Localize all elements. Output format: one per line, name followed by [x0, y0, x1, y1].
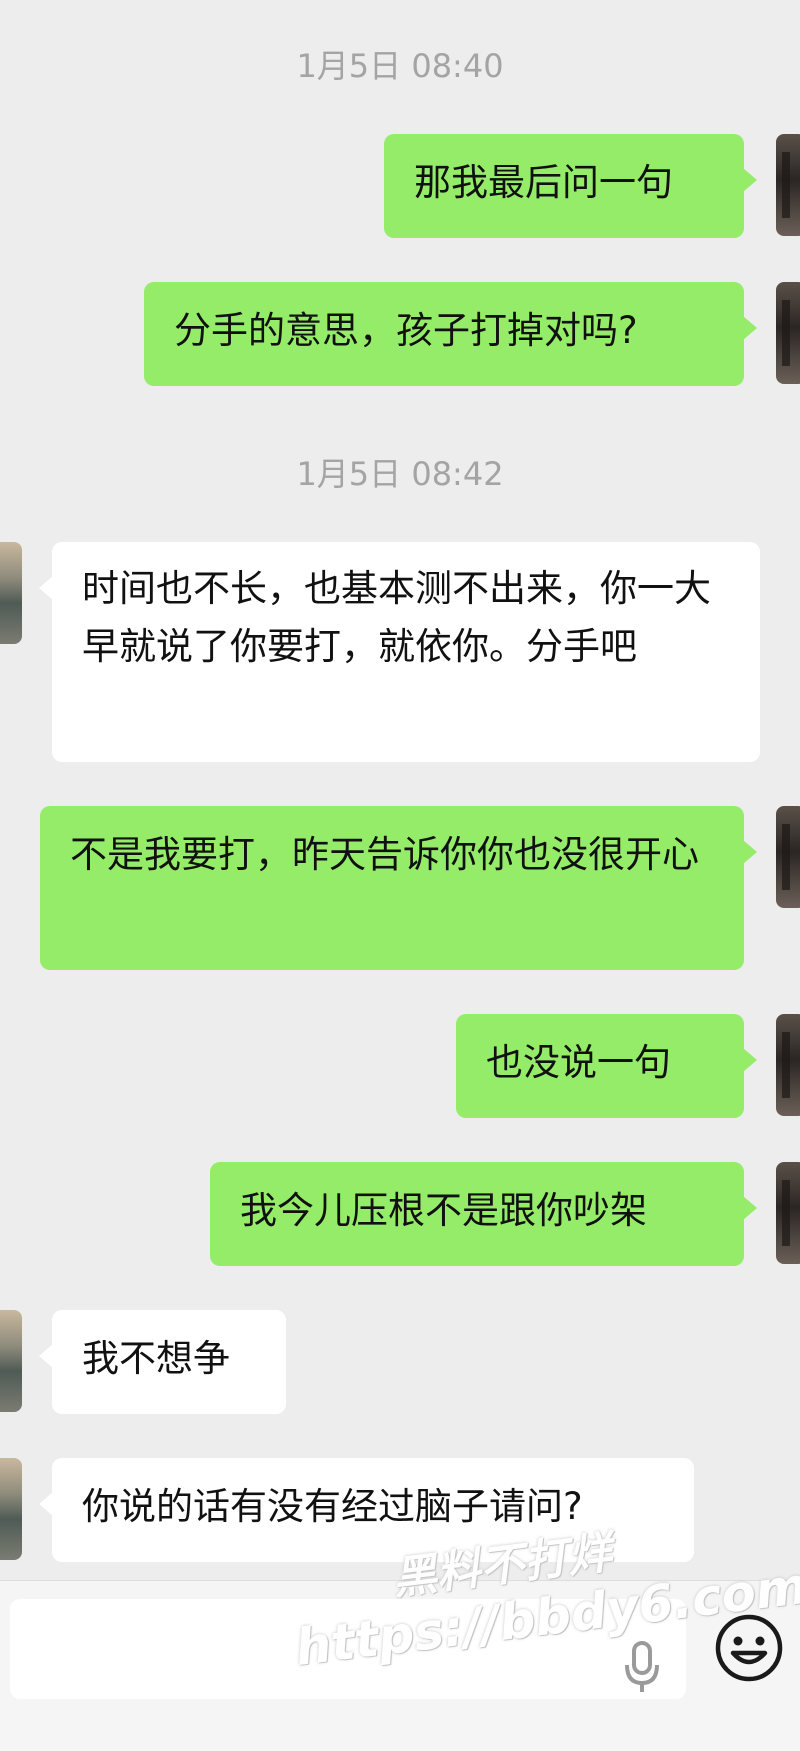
contact-avatar[interactable]	[0, 1458, 22, 1560]
message-bubble-outgoing[interactable]: 不是我要打，昨天告诉你你也没很开心	[40, 806, 757, 970]
smiley-face-icon[interactable]	[714, 1613, 784, 1683]
message-bubble-incoming[interactable]: 时间也不长，也基本测不出来，你一大早就说了你要打，就依你。分手吧	[39, 542, 760, 762]
microphone-icon[interactable]	[622, 1639, 662, 1695]
message-bubble-incoming[interactable]: 你说的话有没有经过脑子请问?	[39, 1458, 694, 1562]
message-bubble-outgoing[interactable]: 也没说一句	[456, 1014, 757, 1118]
chat-area[interactable]: 1月5日 08:40 那我最后问一句 分手的意思，孩子打掉对吗? 1月5日 08…	[0, 0, 800, 1580]
message-timestamp: 1月5日 08:40	[296, 47, 504, 85]
self-avatar[interactable]	[776, 1014, 800, 1116]
message-input[interactable]	[10, 1599, 686, 1699]
self-avatar[interactable]	[776, 282, 800, 384]
contact-avatar[interactable]	[0, 1310, 22, 1412]
message-bubble-incoming[interactable]: 我不想争	[39, 1310, 286, 1414]
input-bar	[0, 1580, 800, 1751]
message-timestamp: 1月5日 08:42	[296, 455, 504, 493]
message-bubble-outgoing[interactable]: 分手的意思，孩子打掉对吗?	[144, 282, 757, 386]
self-avatar[interactable]	[776, 134, 800, 236]
contact-avatar[interactable]	[0, 542, 22, 644]
self-avatar[interactable]	[776, 1162, 800, 1264]
self-avatar[interactable]	[776, 806, 800, 908]
message-bubble-outgoing[interactable]: 我今儿压根不是跟你吵架	[210, 1162, 757, 1266]
message-bubble-outgoing[interactable]: 那我最后问一句	[384, 134, 757, 238]
